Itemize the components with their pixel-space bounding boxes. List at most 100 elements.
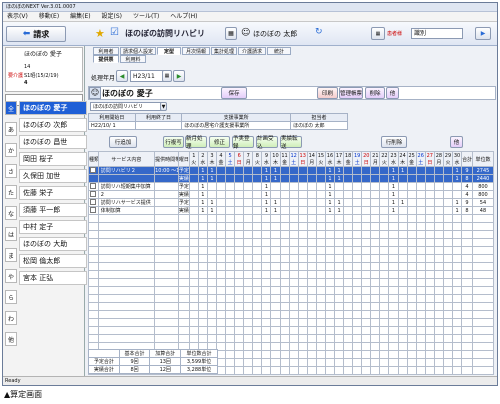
table-row[interactable]: 2 実績 1 1 1 1 4 800 [88, 190, 495, 199]
refresh-icon[interactable]: ↻ [315, 27, 323, 37]
person-item[interactable]: 中村 定子 [19, 220, 87, 234]
save-button[interactable]: 保存 [221, 87, 247, 99]
table-row[interactable]: 体制加算 実績 1 1 1 1 1 1 1 1 8 48 [88, 206, 495, 215]
search-select[interactable]: 識別 [411, 28, 463, 39]
menu-view[interactable]: 表示(V) [7, 13, 28, 20]
prev-month-button[interactable]: ◀ [116, 70, 128, 82]
empty-cell [452, 286, 463, 295]
tab-main-0[interactable]: 利用者 [93, 47, 119, 55]
empty-row[interactable] [88, 254, 495, 263]
kana-index-7[interactable]: ま [5, 248, 17, 262]
copy-row-button[interactable]: 行複写 [163, 136, 184, 148]
empty-row[interactable] [88, 222, 495, 231]
info-start[interactable]: H22/10/ 1 [88, 121, 136, 130]
checkbox[interactable] [90, 167, 97, 174]
table-row[interactable]: 訪問リハサービス提供 予定 1 1 1 1 1 1 1 1 1 9 54 [88, 198, 495, 207]
request-button[interactable]: ⬅ 請求 [6, 26, 66, 42]
empty-cell [370, 302, 381, 311]
person-item[interactable]: ほのぼの 大助 [19, 237, 87, 251]
input-check-button[interactable]: 予実登録 [232, 136, 254, 150]
check-icon[interactable]: ☑ [110, 27, 119, 38]
tab-main-1[interactable]: 請求個人設定 [120, 47, 156, 55]
person-item[interactable]: ほのぼの 愛子 [19, 101, 87, 115]
empty-row[interactable] [88, 326, 495, 335]
person-item[interactable]: ほのぼの 次郎 [19, 118, 87, 132]
plan-button[interactable]: 計画受込 [256, 136, 278, 150]
search-grid-icon[interactable]: ▦ [371, 27, 385, 40]
kana-index-0[interactable]: 全 [5, 101, 17, 115]
empty-row[interactable] [88, 302, 495, 311]
table-row[interactable]: 実績 1 1 1 1 1 1 1 1 8 2440 [88, 174, 495, 183]
other-button-top[interactable]: 他 [386, 87, 399, 99]
tab-main-5[interactable]: 介護請求 [238, 47, 266, 55]
star-icon[interactable]: ★ [95, 27, 105, 40]
person-item[interactable]: 久保田 加世 [19, 169, 87, 183]
result-button[interactable]: 実績転送 [280, 136, 302, 150]
addon-button[interactable]: 新月処理 [185, 136, 207, 150]
empty-row[interactable] [88, 286, 495, 295]
empty-row[interactable] [88, 294, 495, 303]
empty-row[interactable] [88, 318, 495, 327]
empty-row[interactable] [88, 262, 495, 271]
tab-usage-fee[interactable]: 利用料 [120, 55, 146, 63]
menu-tools[interactable]: ツール(T) [133, 13, 159, 20]
tab-main-6[interactable]: 統計 [267, 47, 291, 55]
kana-index-4[interactable]: た [5, 185, 17, 199]
edit-button[interactable]: 修正 [209, 136, 230, 148]
person-item[interactable]: 宮本 正弘 [19, 271, 87, 285]
kana-index-1[interactable]: あ [5, 122, 17, 136]
empty-row[interactable] [88, 310, 495, 319]
checkbox[interactable] [90, 199, 97, 206]
table-row[interactable]: 訪問リハビリ２10:00 〜11:00予定11111111192745 [88, 166, 495, 175]
person-item[interactable]: 岡田 桜子 [19, 152, 87, 166]
delete-button[interactable]: 削除 [365, 87, 385, 99]
person-item[interactable]: ほのぼの 昌世 [19, 135, 87, 149]
other-button[interactable]: 他 [450, 136, 463, 148]
manage-button[interactable]: 管理帳票 [339, 87, 363, 99]
empty-row[interactable] [88, 230, 495, 239]
person-item[interactable]: 松岡 倫太郎 [19, 254, 87, 268]
tab-main-4[interactable]: 集計処理 [211, 47, 237, 55]
search-go-button[interactable]: ▶ [475, 27, 491, 40]
checkbox[interactable] [90, 183, 97, 190]
kana-index-9[interactable]: ら [5, 290, 17, 304]
empty-row[interactable] [88, 334, 495, 343]
tab-main-2[interactable]: 定型 [157, 47, 181, 55]
info-staff[interactable]: ほのぼの 太郎 [290, 121, 348, 130]
tab-provision[interactable]: 提供票 [93, 55, 119, 63]
empty-row[interactable] [88, 270, 495, 279]
delete-row-button[interactable]: 行削除 [381, 136, 407, 148]
kana-index-6[interactable]: は [5, 227, 17, 241]
chevron-down-icon[interactable]: ▼ [160, 102, 167, 111]
info-end[interactable] [134, 121, 183, 130]
empty-row[interactable] [88, 214, 495, 223]
tab-main-3[interactable]: 月次情報 [182, 47, 210, 55]
empty-row[interactable] [88, 278, 495, 287]
empty-cell [306, 302, 317, 311]
menu-help[interactable]: ヘルプ(H) [170, 13, 197, 20]
person-item[interactable]: 須藤 平一郎 [19, 203, 87, 217]
empty-row[interactable] [88, 246, 495, 255]
next-month-button[interactable]: ▶ [173, 70, 185, 82]
kana-index-3[interactable]: さ [5, 164, 17, 178]
user-grid-icon[interactable]: ▦ [225, 27, 237, 40]
kana-index-11[interactable]: 他 [5, 332, 17, 346]
person-item[interactable]: 佐藤 栄子 [19, 186, 87, 200]
day-weekday: 水 [263, 159, 269, 166]
add-row-button[interactable]: 行追加 [109, 136, 137, 148]
kana-index-5[interactable]: な [5, 206, 17, 220]
checkbox[interactable] [90, 207, 97, 214]
kana-index-8[interactable]: や [5, 269, 17, 283]
empty-row[interactable] [88, 238, 495, 247]
info-office[interactable]: ほのぼの居宅介護支援事業所 [181, 121, 292, 130]
menu-move[interactable]: 移動(E) [39, 13, 59, 20]
table-row[interactable]: 訪問リハ短期集中加算 予定 1 1 1 1 4 800 [88, 182, 495, 191]
kana-index-10[interactable]: わ [5, 311, 17, 325]
office-select[interactable]: ほのぼの訪問リハビリ [90, 102, 166, 111]
menu-settings[interactable]: 設定(S) [102, 13, 123, 20]
print-button[interactable]: 印刷 [317, 87, 338, 99]
checkbox[interactable] [90, 191, 97, 198]
calendar-icon[interactable]: ▦ [162, 70, 172, 82]
menu-edit[interactable]: 編集(E) [70, 13, 90, 20]
kana-index-2[interactable]: か [5, 143, 17, 157]
